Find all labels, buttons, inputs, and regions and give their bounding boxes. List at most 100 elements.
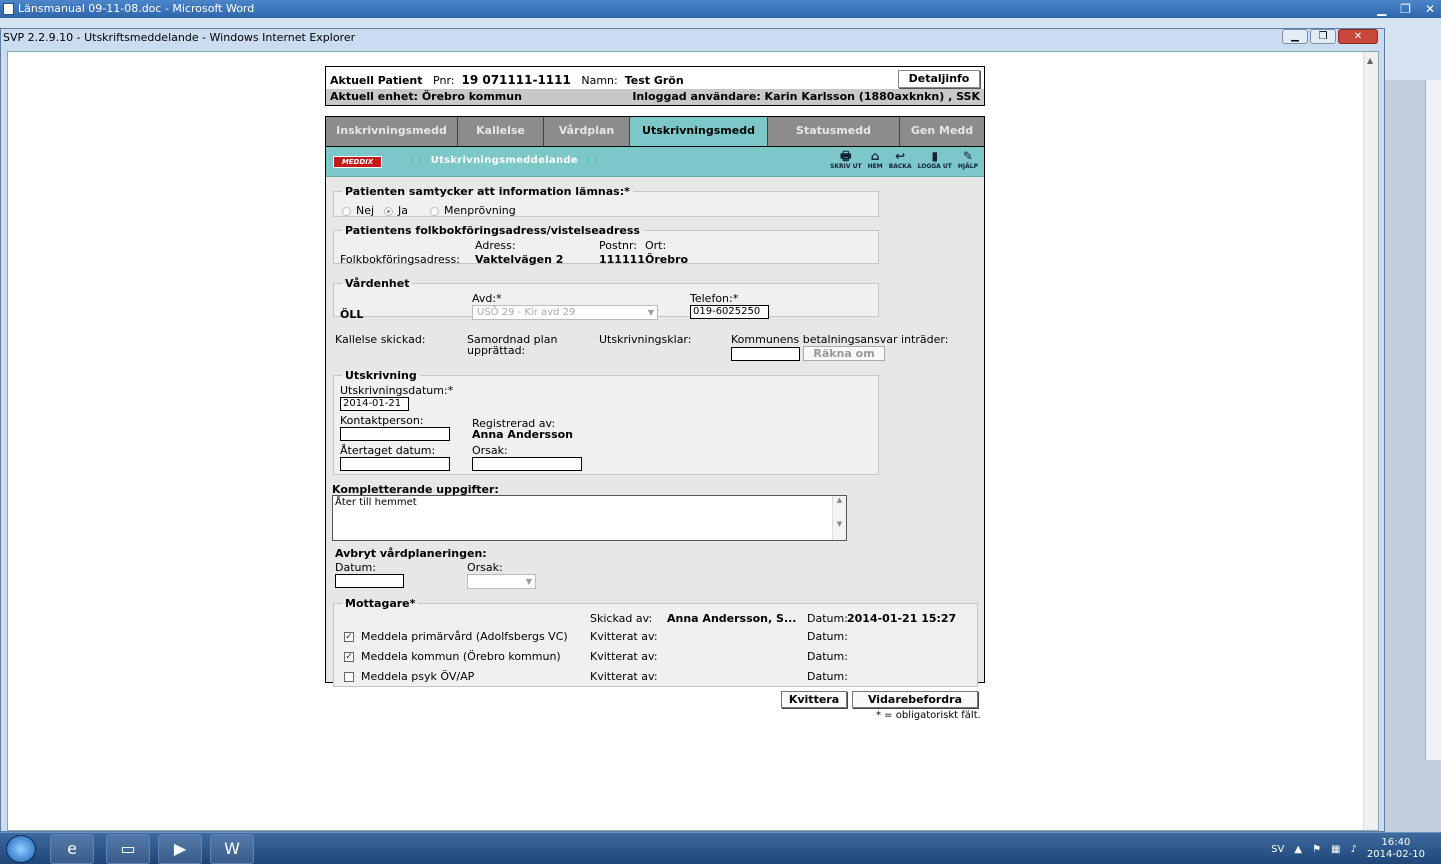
- mottagare-row[interactable]: ✓ Meddela kommun (Örebro kommun): [344, 650, 561, 663]
- skickad-av-label: Skickad av:: [590, 612, 653, 625]
- home-label: HEM: [867, 163, 883, 170]
- utskrivningsdatum-input[interactable]: 2014-01-21: [340, 397, 409, 411]
- kvittera-button[interactable]: Kvittera: [781, 691, 847, 708]
- required-note: * = obligatoriskt fält.: [876, 710, 981, 721]
- avbryt-label: Avbryt vårdplaneringen:: [335, 547, 487, 560]
- scroll-down-icon[interactable]: ▼: [837, 520, 842, 528]
- tab-bar: Inskrivningsmedd Kallelse Vårdplan Utskr…: [325, 116, 985, 146]
- folkbokforing-label: Folkbokföringsadress:: [340, 253, 460, 266]
- close-icon[interactable]: ✕: [1425, 0, 1435, 18]
- registrerad-av-value: Anna Andersson: [472, 428, 574, 441]
- minimize-icon[interactable]: ▁: [1377, 0, 1386, 18]
- adress-legend: Patientens folkbokföringsadress/vistelse…: [345, 224, 640, 237]
- tab-vardplan[interactable]: Vårdplan: [544, 117, 630, 146]
- ie-restore-icon[interactable]: ❐: [1310, 29, 1336, 44]
- word-icon: [3, 3, 14, 15]
- kontaktperson-label: Kontaktperson:: [340, 414, 424, 427]
- volume-icon[interactable]: ♪: [1350, 844, 1356, 855]
- printer-icon: 🖶: [840, 149, 852, 163]
- logout-label: LOGGA UT: [917, 163, 952, 170]
- radio-menprovning[interactable]: Menprövning: [430, 204, 516, 217]
- aktuell-enhet: Aktuell enhet: Örebro kommun: [330, 90, 522, 103]
- logout-button[interactable]: ▮ LOGGA UT: [917, 150, 952, 171]
- start-button[interactable]: [6, 835, 36, 863]
- kvitterat-av-label: Kvitterat av:: [590, 630, 658, 643]
- orsak-input[interactable]: [472, 457, 582, 471]
- toolbar-title: Utskrivningsmeddelande: [402, 155, 607, 166]
- flag-icon[interactable]: ⚑: [1312, 844, 1321, 855]
- avbryt-datum-input[interactable]: [335, 574, 404, 588]
- atertaget-datum-input[interactable]: [340, 457, 450, 471]
- postnr-label: Postnr:: [599, 239, 638, 252]
- tab-statusmedd[interactable]: Statusmedd: [768, 117, 900, 146]
- checkbox-psyk[interactable]: [344, 672, 354, 682]
- media-player-taskbar-icon[interactable]: ▶: [158, 834, 202, 864]
- app: Aktuell Patient Pnr: 19 071111-1111 Namn…: [325, 66, 985, 708]
- avbryt-datum-label: Datum:: [335, 561, 376, 574]
- vardenhet-legend: Vårdenhet: [345, 277, 410, 290]
- home-button[interactable]: ⌂ HEM: [867, 150, 883, 171]
- inloggad-anvandare: Inloggad användare: Karin Karlsson (1880…: [632, 90, 980, 103]
- radio-menprovning-label: Menprövning: [444, 204, 516, 217]
- mottagare-row[interactable]: ✓ Meddela primärvård (Adolfsbergs VC): [344, 630, 568, 643]
- ie-scrollbar[interactable]: ▲: [1363, 52, 1378, 830]
- radio-nej[interactable]: Nej: [342, 204, 374, 217]
- kvitterat-datum-label: Datum:: [807, 650, 848, 663]
- form-panel: MEDDIX Utskrivningsmeddelande 🖶SKRIV UT …: [325, 146, 985, 708]
- word-scrollbar[interactable]: [1425, 80, 1441, 760]
- taskbar: e ▭ ▶ W SV ▲ ⚑ ▦ ♪ 16:40 2014-02-10: [0, 832, 1441, 864]
- network-icon[interactable]: ▦: [1331, 844, 1340, 855]
- mottagare-row[interactable]: Meddela psyk ÖV/AP: [344, 670, 474, 683]
- ie-close-icon[interactable]: ✕: [1338, 29, 1378, 44]
- folder-taskbar-icon[interactable]: ▭: [106, 834, 150, 864]
- back-button[interactable]: ↩ BACKA: [889, 150, 912, 171]
- word-titlebar: Länsmanual 09-11-08.doc - Microsoft Word…: [0, 0, 1441, 18]
- checkbox-primarvard[interactable]: ✓: [344, 632, 354, 642]
- restore-icon[interactable]: ❐: [1400, 0, 1411, 18]
- clock-date: 2014-02-10: [1366, 849, 1425, 860]
- telefon-input[interactable]: 019-6025250: [690, 305, 769, 319]
- scroll-up-icon[interactable]: ▲: [1367, 56, 1373, 65]
- checkbox-kommun[interactable]: ✓: [344, 652, 354, 662]
- ie-content: ▲ Aktuell Patient Pnr: 19 071111-1111 Na…: [7, 51, 1379, 831]
- tab-inskrivningsmedd[interactable]: Inskrivningsmedd: [326, 117, 458, 146]
- radio-ja[interactable]: Ja: [384, 204, 408, 217]
- word-taskbar-icon[interactable]: W: [210, 834, 254, 864]
- ie-minimize-icon[interactable]: ▁: [1282, 29, 1308, 44]
- radio-ja-icon[interactable]: [384, 206, 393, 216]
- vidarebefordra-button[interactable]: Vidarebefordra: [852, 691, 978, 708]
- chevron-down-icon: ▼: [647, 308, 654, 317]
- tab-gen-medd[interactable]: Gen Medd: [900, 117, 984, 146]
- rakna-om-button[interactable]: Räkna om: [803, 346, 885, 361]
- textarea-scrollbar[interactable]: ▲ ▼: [832, 496, 846, 540]
- samordnad-label-2: upprättad:: [467, 344, 526, 357]
- tray-arrow-icon[interactable]: ▲: [1294, 844, 1302, 855]
- utskrivningsdatum-label: Utskrivningsdatum:*: [340, 384, 454, 397]
- kompletterande-textarea[interactable]: Åter till hemmet ▲ ▼: [332, 495, 847, 541]
- ie-window: SVP 2.2.9.10 - Utskriftsmeddelande - Win…: [0, 28, 1385, 832]
- ie-taskbar-icon[interactable]: e: [50, 834, 94, 864]
- kontaktperson-input[interactable]: [340, 427, 450, 441]
- betalningsansvar-input[interactable]: [731, 347, 800, 361]
- tab-utskrivningsmedd[interactable]: Utskrivningsmedd: [630, 117, 768, 146]
- orsak-label: Orsak:: [472, 444, 508, 457]
- kompletterande-value: Åter till hemmet: [335, 497, 417, 508]
- radio-nej-icon[interactable]: [342, 206, 351, 216]
- avbryt-orsak-select[interactable]: ▼: [467, 574, 536, 589]
- help-label: HJÄLP: [957, 163, 978, 170]
- meddix-logo: MEDDIX: [333, 156, 382, 168]
- help-button[interactable]: ✎ HJÄLP: [957, 150, 978, 171]
- clock[interactable]: 16:40 2014-02-10: [1367, 837, 1425, 861]
- atertaget-datum-label: Återtaget datum:: [340, 444, 436, 457]
- samtycke-legend: Patienten samtycker att information lämn…: [345, 185, 630, 198]
- telefon-label: Telefon:*: [690, 292, 739, 305]
- language-indicator[interactable]: SV: [1271, 844, 1284, 855]
- scroll-up-icon[interactable]: ▲: [837, 496, 842, 504]
- vardenhet-name: ÖLL: [340, 308, 364, 321]
- detaljinfo-button[interactable]: Detaljinfo: [898, 70, 980, 88]
- avd-select[interactable]: USÖ 29 - Kir avd 29 ▼: [472, 305, 658, 320]
- psyk-label: Meddela psyk ÖV/AP: [361, 670, 475, 683]
- print-button[interactable]: 🖶 SKRIV UT: [830, 149, 862, 171]
- tab-kallelse[interactable]: Kallelse: [458, 117, 544, 146]
- radio-menprovning-icon[interactable]: [430, 206, 439, 216]
